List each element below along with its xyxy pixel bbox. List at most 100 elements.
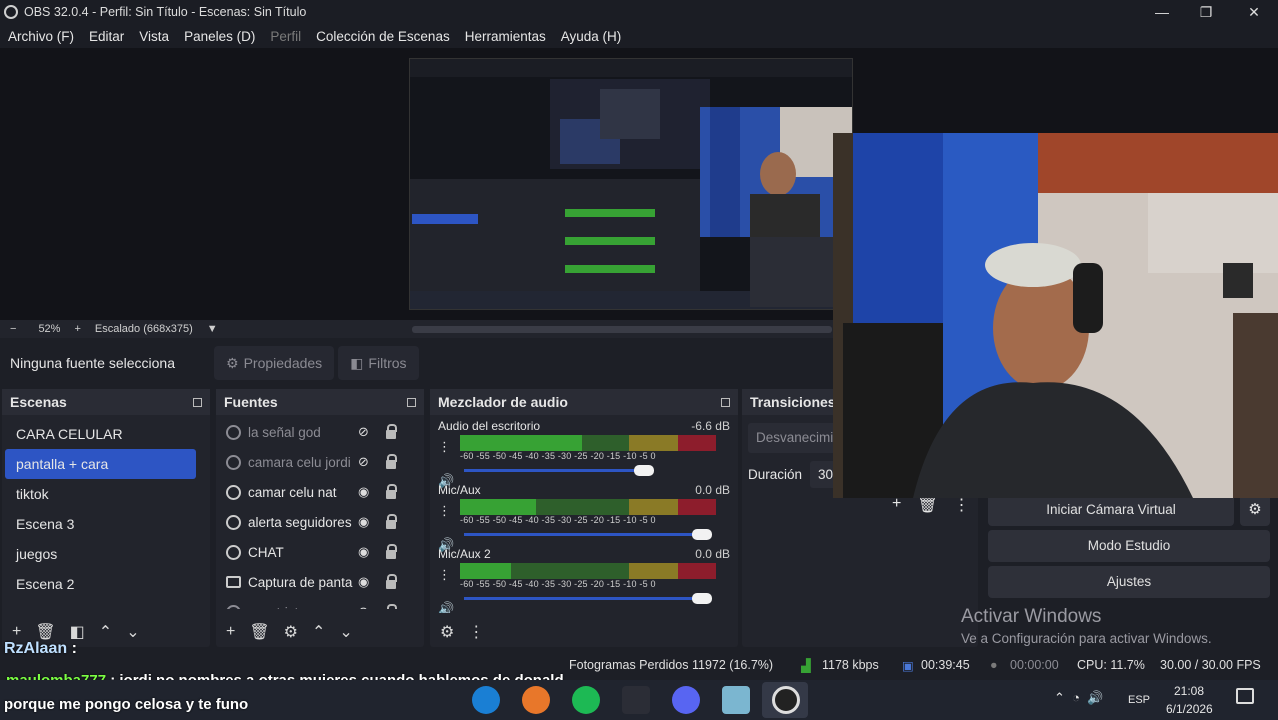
volume-slider[interactable] xyxy=(460,591,730,607)
menu-vista[interactable]: Vista xyxy=(139,29,169,44)
source-item[interactable]: CHAT ◉ xyxy=(216,537,424,567)
more-icon[interactable]: ⋮ xyxy=(468,622,484,642)
fl-studio-icon[interactable] xyxy=(522,686,550,714)
channel-header: Audio del escritorio -6.6 dB xyxy=(438,419,730,435)
eye-icon[interactable]: ◉ xyxy=(358,544,369,560)
properties-button[interactable]: ⚙ Propiedades xyxy=(214,346,335,380)
lock-icon[interactable] xyxy=(386,424,397,439)
lock-icon[interactable] xyxy=(386,514,397,529)
eye-icon[interactable]: ◉ xyxy=(358,484,369,500)
edge-icon[interactable] xyxy=(472,686,500,714)
channel-name: Mic/Aux xyxy=(438,483,481,497)
chat-line-1: RzAlaan : xyxy=(4,640,77,658)
tray-icons[interactable]: ⌃ ◔ 🔊 xyxy=(1054,690,1103,706)
scene-item[interactable]: tiktok xyxy=(5,479,196,509)
scene-item[interactable]: Escena 3 xyxy=(5,509,196,539)
maximize-button[interactable]: ❐ xyxy=(1182,0,1230,24)
source-item[interactable]: camar celu nat ◉ xyxy=(216,477,424,507)
zoom-out-button[interactable]: − xyxy=(10,323,16,335)
notes-icon[interactable] xyxy=(722,686,750,714)
meter-ticks: -60 -55 -50 -45 -40 -35 -30 -25 -20 -15 … xyxy=(460,579,656,589)
scene-item[interactable]: pantalla + cara xyxy=(5,449,196,479)
language-indicator[interactable]: ESP xyxy=(1128,694,1150,706)
studio-mode-button[interactable]: Modo Estudio xyxy=(988,530,1270,562)
volume-knob[interactable] xyxy=(634,465,654,476)
more-icon[interactable]: ⋮ xyxy=(954,495,970,515)
notification-icon[interactable] xyxy=(1236,688,1254,704)
lock-icon[interactable] xyxy=(386,574,397,589)
discord-icon[interactable] xyxy=(672,686,700,714)
obs-icon[interactable] xyxy=(772,686,800,714)
source-item[interactable]: Captura de panta ◉ xyxy=(216,567,424,597)
channel-name: Audio del escritorio xyxy=(438,419,541,433)
trash-icon[interactable]: 🗑 xyxy=(917,495,937,515)
volume-slider[interactable] xyxy=(460,527,730,543)
lock-icon[interactable] xyxy=(386,454,397,469)
scene-item[interactable]: CARA CELULAR xyxy=(5,419,196,449)
settings-button[interactable]: Ajustes xyxy=(988,566,1270,598)
menu-coleccion-escenas[interactable]: Colección de Escenas xyxy=(316,29,450,44)
record-icon: ● xyxy=(990,658,998,672)
add-icon[interactable]: + xyxy=(226,623,235,641)
preview-scrollbar[interactable] xyxy=(412,326,832,333)
lock-icon[interactable] xyxy=(386,484,397,499)
source-item[interactable]: la señal god ⊘ xyxy=(216,417,424,447)
clock-time[interactable]: 21:08 xyxy=(1174,684,1204,698)
trash-icon[interactable]: 🗑 xyxy=(249,622,269,642)
source-label: alerta seguidores xyxy=(248,514,352,530)
eye-icon[interactable]: ◉ xyxy=(358,574,369,590)
menu-perfil[interactable]: Perfil xyxy=(270,29,301,44)
scene-item[interactable]: TIKTOK xyxy=(5,599,196,609)
eye-off-icon[interactable]: ⊘ xyxy=(358,424,369,440)
more-icon[interactable]: ⋮ xyxy=(438,567,451,583)
clock-date[interactable]: 6/1/2026 xyxy=(1166,702,1213,716)
undock-icon[interactable] xyxy=(193,397,202,407)
zoom-in-button[interactable]: + xyxy=(74,323,80,335)
more-icon[interactable]: ⋮ xyxy=(438,503,451,519)
gear-icon[interactable]: ⚙ xyxy=(284,622,298,642)
start-virtual-camera-button[interactable]: Iniciar Cámara Virtual xyxy=(988,494,1234,526)
source-item[interactable]: woo tricto ⊘ xyxy=(216,597,424,609)
menu-ayuda[interactable]: Ayuda (H) xyxy=(561,29,622,44)
undock-icon[interactable] xyxy=(407,397,416,407)
eye-icon[interactable]: ◉ xyxy=(358,514,369,530)
minimize-button[interactable]: — xyxy=(1138,0,1186,24)
eye-off-icon[interactable]: ⊘ xyxy=(358,604,369,609)
speaker-icon[interactable]: 🔊 xyxy=(438,601,454,613)
move-down-icon[interactable]: ⌄ xyxy=(126,622,139,642)
move-up-icon[interactable]: ⌃ xyxy=(312,622,325,642)
menu-editar[interactable]: Editar xyxy=(89,29,124,44)
menu-herramientas[interactable]: Herramientas xyxy=(465,29,546,44)
undock-icon[interactable] xyxy=(721,397,730,407)
spotify-icon[interactable] xyxy=(572,686,600,714)
menu-paneles[interactable]: Paneles (D) xyxy=(184,29,255,44)
scene-item[interactable]: juegos xyxy=(5,539,196,569)
add-icon[interactable]: + xyxy=(892,495,901,515)
menu-archivo[interactable]: Archivo (F) xyxy=(8,29,74,44)
gear-icon[interactable]: ⚙ xyxy=(440,622,454,642)
volume-knob[interactable] xyxy=(692,593,712,604)
level-meter xyxy=(460,563,716,579)
filter-icon[interactable]: ◧ xyxy=(70,622,85,642)
source-item[interactable]: camara celu jordi ⊘ xyxy=(216,447,424,477)
lock-icon[interactable] xyxy=(386,544,397,559)
trash-icon[interactable]: 🗑 xyxy=(35,622,55,642)
monitor-icon xyxy=(226,576,241,588)
xsplit-icon[interactable] xyxy=(622,686,650,714)
eye-off-icon[interactable]: ⊘ xyxy=(358,454,369,470)
volume-knob[interactable] xyxy=(692,529,712,540)
filters-button[interactable]: ◧ Filtros xyxy=(338,346,419,380)
scaling-label: Escalado (668x375) xyxy=(94,323,193,335)
browser-icon xyxy=(226,544,241,560)
volume-slider[interactable] xyxy=(460,463,730,479)
move-up-icon[interactable]: ⌃ xyxy=(99,622,112,642)
move-down-icon[interactable]: ⌄ xyxy=(339,622,352,642)
more-icon[interactable]: ⋮ xyxy=(438,439,451,455)
scene-item[interactable]: Escena 2 xyxy=(5,569,196,599)
close-button[interactable]: ✕ xyxy=(1230,0,1278,24)
channel-db: 0.0 dB xyxy=(695,483,730,497)
add-icon[interactable]: + xyxy=(12,623,21,641)
gear-icon[interactable]: ⚙ xyxy=(1240,494,1270,526)
chevron-down-icon[interactable]: ▼ xyxy=(207,323,218,335)
source-item[interactable]: alerta seguidores ◉ xyxy=(216,507,424,537)
